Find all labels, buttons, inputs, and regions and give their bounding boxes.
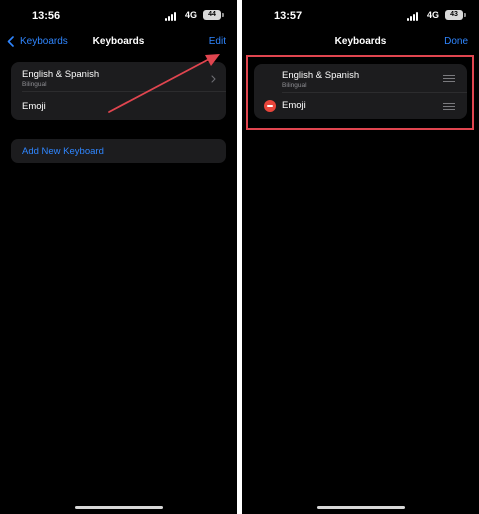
done-button[interactable]: Done (444, 36, 468, 47)
nav-bar: Keyboards Done (242, 30, 479, 54)
home-indicator (75, 506, 163, 509)
left-phone-screen: 13:56 4G 44 Keyboards Keyboards Edit Eng… (0, 0, 237, 514)
home-indicator (317, 506, 405, 509)
network-label: 4G (184, 10, 197, 20)
keyboard-title: Emoji (22, 101, 46, 112)
keyboards-list: English & Spanish Bilingual Emoji (11, 62, 226, 120)
battery-level: 43 (445, 10, 463, 20)
reorder-icon[interactable] (443, 75, 455, 82)
add-new-keyboard-button[interactable]: Add New Keyboard (11, 139, 226, 163)
keyboard-row-english-spanish[interactable]: English & Spanish Bilingual (11, 62, 226, 91)
signal-icon (407, 12, 418, 21)
keyboard-subtitle: Bilingual (282, 82, 307, 89)
status-time: 13:57 (274, 10, 303, 22)
status-bar: 13:57 4G 43 (242, 0, 479, 30)
network-label: 4G (426, 10, 439, 20)
right-phone-screen: 13:57 4G 43 Keyboards Done English & Spa… (242, 0, 479, 514)
keyboard-title: Emoji (282, 100, 306, 111)
keyboards-edit-list: English & Spanish Bilingual Emoji (254, 64, 467, 119)
status-time: 13:56 (32, 10, 61, 22)
status-bar: 13:56 4G 44 (0, 0, 237, 30)
signal-icon (165, 12, 176, 21)
chevron-right-icon (211, 75, 216, 83)
edit-button[interactable]: Edit (209, 36, 226, 47)
battery-level: 44 (203, 10, 221, 20)
nav-bar: Keyboards Keyboards Edit (0, 30, 237, 54)
keyboard-subtitle: Bilingual (22, 81, 47, 88)
status-indicators: 4G 44 (163, 10, 225, 22)
page-title: Keyboards (92, 36, 145, 47)
status-indicators: 4G 43 (405, 10, 467, 22)
keyboard-title: English & Spanish (282, 70, 360, 81)
battery-icon: 44 (203, 10, 225, 21)
battery-icon: 43 (445, 10, 467, 21)
keyboard-row-emoji[interactable]: Emoji (11, 92, 226, 121)
keyboard-row-emoji: Emoji (254, 93, 467, 122)
add-new-keyboard-label: Add New Keyboard (22, 146, 104, 157)
keyboard-row-english-spanish: English & Spanish Bilingual (254, 64, 467, 93)
reorder-icon[interactable] (443, 103, 455, 110)
keyboard-title: English & Spanish (22, 69, 100, 80)
